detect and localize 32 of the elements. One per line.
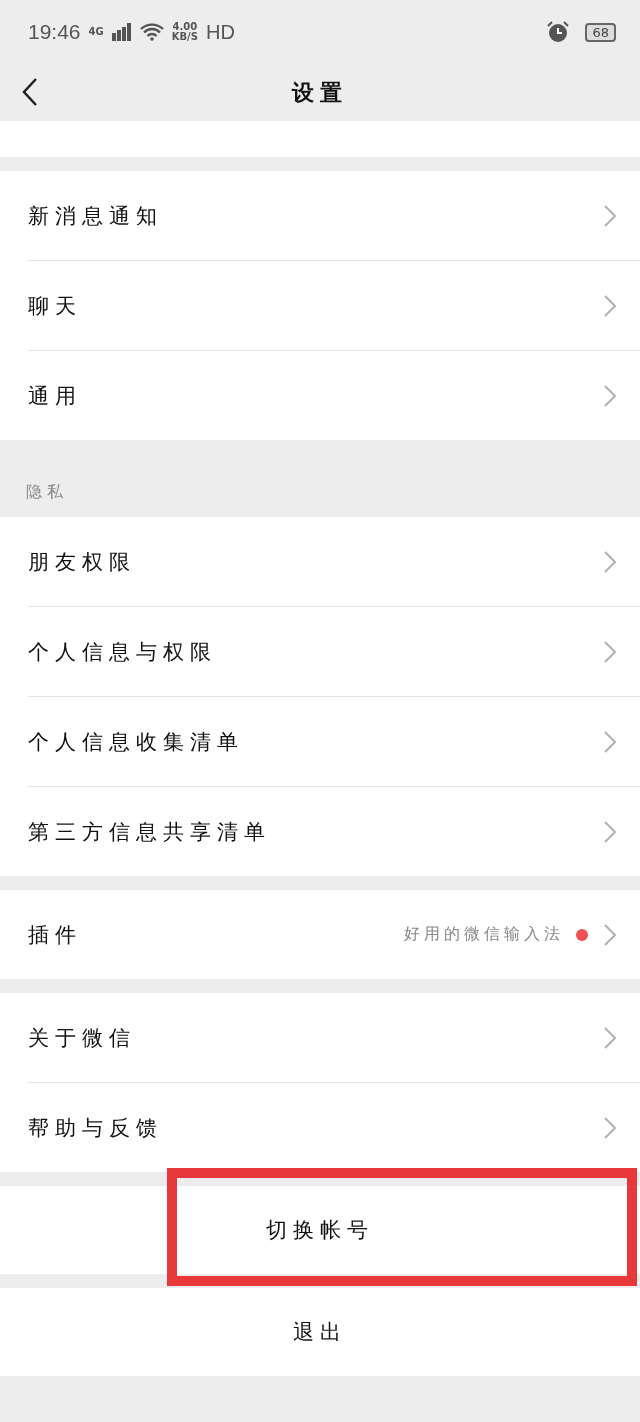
wifi-icon xyxy=(139,23,164,41)
chevron-icon xyxy=(604,923,616,946)
section-header: 隐私 xyxy=(25,481,69,503)
network-speed: 4.00 xyxy=(172,22,198,32)
settings-item[interactable]: 新消息通知 xyxy=(28,171,640,261)
chevron-icon xyxy=(604,204,616,227)
settings-item[interactable]: 通用 xyxy=(28,351,640,440)
settings-item[interactable]: 个人信息与权限 xyxy=(28,607,640,697)
chevron-icon xyxy=(604,1116,616,1139)
chevron-icon xyxy=(604,1026,616,1049)
page-title: 设置 xyxy=(292,78,348,107)
battery-level: 68 xyxy=(585,22,616,42)
chevron-icon xyxy=(604,730,616,753)
settings-item[interactable]: 聊天 xyxy=(28,261,640,351)
alarm-icon xyxy=(547,21,570,43)
chevron-icon xyxy=(604,384,616,407)
network-type: 4G xyxy=(88,27,104,37)
signal-icon xyxy=(111,23,132,41)
status-time: 19:46 xyxy=(28,20,81,44)
settings-item[interactable]: 朋友权限 xyxy=(28,517,640,607)
settings-item[interactable]: 第三方信息共享清单 xyxy=(28,787,640,876)
settings-item[interactable]: 关于微信 xyxy=(28,993,640,1083)
speed-unit: KB/S xyxy=(171,32,198,42)
hd-indicator: HD xyxy=(205,20,235,44)
item-detail: 好用的微信输入法 xyxy=(404,924,564,945)
settings-item[interactable]: 帮助与反馈 xyxy=(28,1083,640,1172)
back-icon[interactable] xyxy=(22,78,38,106)
settings-item[interactable]: 个人信息收集清单 xyxy=(28,697,640,787)
chevron-icon xyxy=(604,550,616,573)
chevron-icon xyxy=(604,820,616,843)
chevron-icon xyxy=(604,294,616,317)
chevron-icon xyxy=(604,640,616,663)
